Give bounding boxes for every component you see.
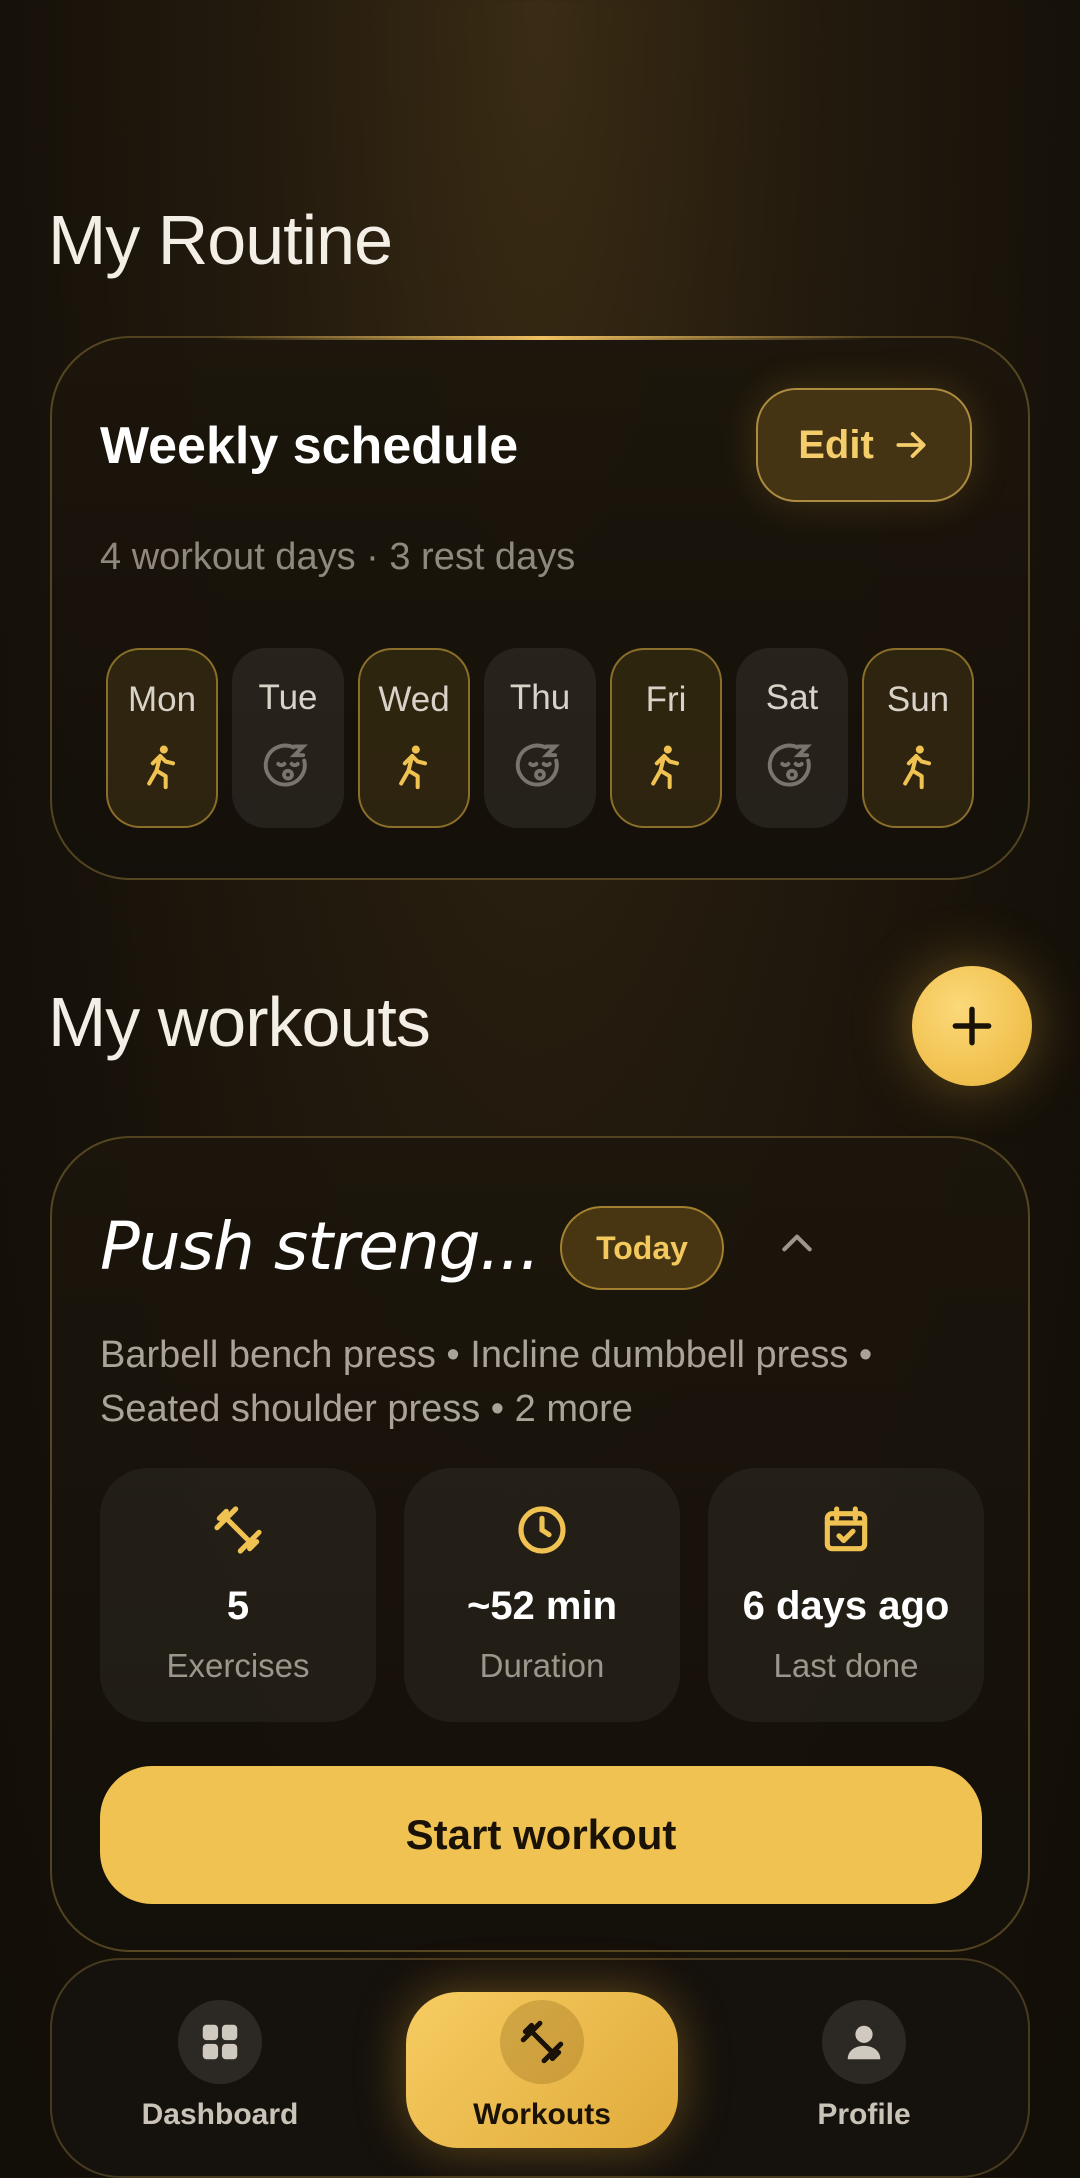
day-wed[interactable]: Wed <box>358 648 470 828</box>
schedule-summary: 4 workout days · 3 rest days <box>100 536 576 578</box>
schedule-title: Weekly schedule <box>100 417 519 475</box>
chevron-up-icon[interactable] <box>778 1230 816 1256</box>
workout-day-icon <box>651 745 680 790</box>
grid-icon <box>202 2024 238 2060</box>
person-icon <box>847 2025 881 2060</box>
stat-value: 5 <box>226 1584 250 1628</box>
workout-stats: 5 Exercises ~52 min Duration 6 days ago … <box>100 1468 984 1722</box>
day-mon[interactable]: Mon <box>106 648 218 828</box>
stat-label: Duration <box>479 1647 605 1684</box>
stat-value: 6 days ago <box>742 1584 950 1628</box>
day-label: Fri <box>645 680 687 719</box>
today-badge: Today <box>560 1206 724 1290</box>
card-top-glow <box>212 336 872 340</box>
day-label: Mon <box>127 680 197 719</box>
nav-label: Profile <box>817 2098 911 2131</box>
workout-day-icon <box>399 745 428 790</box>
workout-card: Push streng... Today Barbell bench press… <box>50 1136 1030 1952</box>
day-label: Wed <box>378 680 450 719</box>
exercise-list-summary: Barbell bench press • Incline dumbbell p… <box>100 1334 873 1430</box>
bottom-nav: Dashboard Workouts Profile <box>50 1958 1030 2178</box>
workout-day-icon <box>903 745 932 790</box>
workout-name[interactable]: Push streng... <box>100 1208 540 1285</box>
workouts-title: My workouts <box>48 983 431 1061</box>
start-workout-label: Start workout <box>405 1811 677 1858</box>
workout-day-icon <box>147 745 176 790</box>
day-sat[interactable]: Sat <box>736 648 848 828</box>
day-label: Sun <box>886 680 950 719</box>
stat-duration: ~52 min Duration <box>404 1468 680 1722</box>
day-thu[interactable]: Thu <box>484 648 596 828</box>
routine-title: My Routine <box>48 201 393 279</box>
day-label: Thu <box>509 678 571 717</box>
add-workout-button[interactable] <box>912 966 1032 1086</box>
dumbbell-icon <box>520 2020 564 2064</box>
stat-label: Exercises <box>166 1647 310 1684</box>
day-label: Sat <box>765 678 819 717</box>
day-tue[interactable]: Tue <box>232 648 344 828</box>
edit-button-label: Edit <box>798 422 874 467</box>
plus-icon <box>952 1006 992 1046</box>
sleep-face-icon <box>515 743 560 787</box>
day-sun[interactable]: Sun <box>862 648 974 828</box>
nav-icon-circle <box>500 2000 584 2084</box>
dumbbell-icon <box>214 1506 262 1554</box>
arrow-right-icon <box>896 432 926 458</box>
stat-last-done: 6 days ago Last done <box>708 1468 984 1722</box>
sleep-face-icon <box>263 743 308 787</box>
calendar-check-icon <box>824 1506 868 1552</box>
day-label: Tue <box>258 678 318 717</box>
nav-dashboard[interactable]: Dashboard <box>100 2000 340 2132</box>
stat-exercises: 5 Exercises <box>100 1468 376 1722</box>
nav-icon-circle <box>178 2000 262 2084</box>
clock-icon <box>518 1506 566 1554</box>
sleep-face-icon <box>767 743 812 787</box>
week-days-row: Mon Tue Wed Thu Fri Sat Sun <box>106 648 974 828</box>
stat-label: Last done <box>773 1647 919 1684</box>
nav-profile[interactable]: Profile <box>744 2000 984 2132</box>
day-fri[interactable]: Fri <box>610 648 722 828</box>
nav-workouts[interactable]: Workouts <box>422 2000 662 2132</box>
stat-value: ~52 min <box>466 1584 618 1628</box>
nav-icon-circle <box>822 2000 906 2084</box>
start-workout-button[interactable]: Start workout <box>100 1766 982 1904</box>
edit-schedule-button[interactable]: Edit <box>756 388 972 502</box>
weekly-schedule-card: Weekly schedule Edit 4 workout days · 3 … <box>50 336 1030 880</box>
nav-label: Workouts <box>473 2098 611 2131</box>
nav-label: Dashboard <box>141 2098 299 2131</box>
